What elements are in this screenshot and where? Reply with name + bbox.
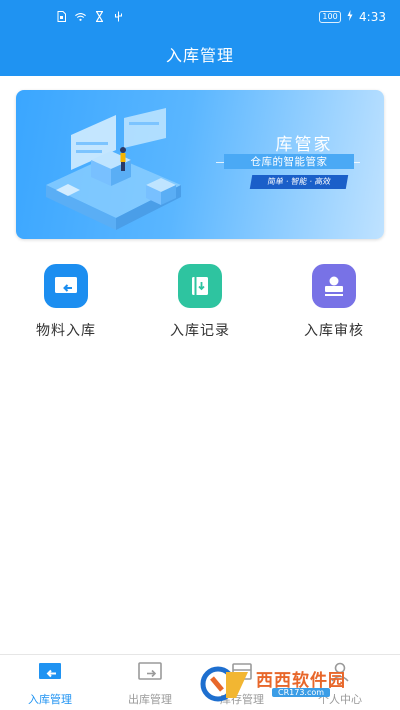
feature-label: 入库记录 (170, 323, 230, 339)
clock: 4:33 (359, 10, 386, 24)
battery-indicator: 100 (319, 11, 342, 23)
banner-title: 库管家 (275, 135, 333, 155)
page-title: 入库管理 (165, 46, 234, 65)
outbound-screen-icon (137, 661, 163, 683)
usb-icon (113, 11, 124, 22)
wifi-icon (75, 11, 86, 22)
inbound-screen-icon (44, 264, 88, 308)
charging-icon (347, 10, 353, 24)
banner-tags: 简单 · 智能 · 高效 (249, 175, 349, 189)
app-header: 100 4:33 入库管理 (0, 0, 400, 76)
hourglass-icon (94, 11, 105, 22)
promo-banner[interactable]: 库管家 仓库的智能管家 简单 · 智能 · 高效 (16, 90, 384, 239)
site-watermark: 西西软件园 CR173.com (196, 664, 388, 704)
watermark-url: CR173.com (272, 688, 331, 697)
status-icons-right: 100 4:33 (319, 10, 386, 24)
banner-subtitle: 仓库的智能管家 (224, 154, 354, 169)
tab-label: 入库管理 (28, 693, 72, 706)
tab-label: 出库管理 (128, 693, 172, 706)
watermark-logo-icon (200, 666, 248, 702)
tab-inbound[interactable]: 入库管理 (10, 661, 90, 707)
inbound-screen-icon (37, 661, 63, 683)
sim-icon (56, 11, 67, 22)
status-bar: 100 4:33 (0, 0, 400, 34)
feature-grid: 物料入库 入库记录 入库审核 (0, 264, 400, 344)
feature-material-inbound[interactable]: 物料入库 (11, 264, 121, 340)
tab-outbound[interactable]: 出库管理 (110, 661, 190, 707)
feature-label: 物料入库 (36, 323, 96, 339)
feature-label: 入库审核 (304, 323, 364, 339)
status-icons-left (56, 11, 124, 22)
feature-inbound-records[interactable]: 入库记录 (145, 264, 255, 340)
feature-inbound-review[interactable]: 入库审核 (279, 264, 389, 340)
record-book-icon (178, 264, 222, 308)
stamp-icon (312, 264, 356, 308)
